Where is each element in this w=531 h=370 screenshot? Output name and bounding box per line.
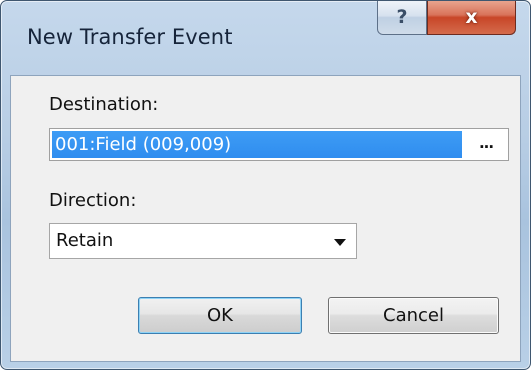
title-bar[interactable]: New Transfer Event ? x bbox=[1, 1, 530, 75]
window-title: New Transfer Event bbox=[27, 25, 233, 49]
close-button[interactable]: x bbox=[427, 1, 516, 35]
cancel-button[interactable]: Cancel bbox=[328, 297, 499, 334]
dialog-body: Destination: 001:Field (009,009) ... Dir… bbox=[10, 75, 521, 362]
direction-selected-value: Retain bbox=[56, 230, 114, 251]
destination-value[interactable]: 001:Field (009,009) bbox=[52, 131, 462, 158]
direction-select[interactable]: Retain bbox=[49, 223, 357, 259]
destination-label: Destination: bbox=[49, 94, 159, 115]
close-icon: x bbox=[465, 5, 478, 28]
question-mark-icon: ? bbox=[396, 5, 408, 28]
browse-destination-button[interactable]: ... bbox=[468, 131, 504, 158]
ok-button[interactable]: OK bbox=[138, 297, 302, 334]
help-button[interactable]: ? bbox=[377, 1, 427, 35]
chevron-down-icon[interactable] bbox=[334, 239, 346, 246]
direction-label: Direction: bbox=[49, 190, 137, 211]
dialog-window: New Transfer Event ? x Destination: 001:… bbox=[0, 0, 531, 370]
destination-field[interactable]: 001:Field (009,009) ... bbox=[49, 128, 509, 161]
